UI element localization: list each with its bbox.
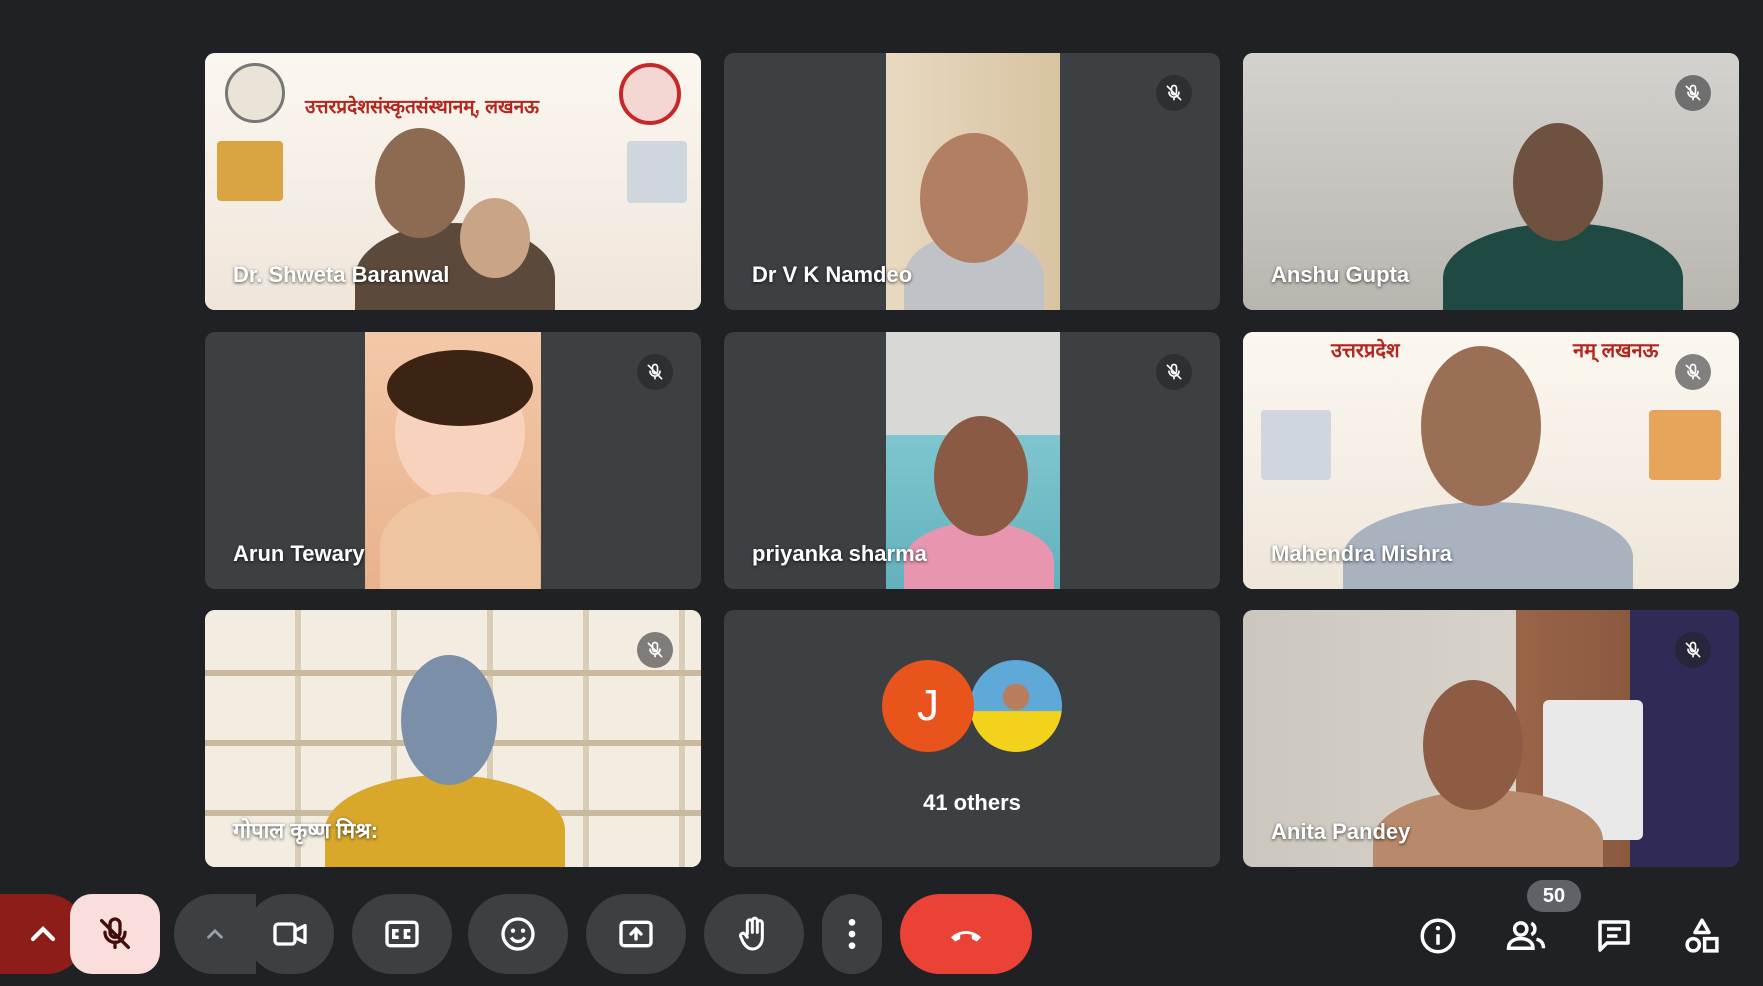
poster-photo-right [627,141,687,203]
participant-tile-4[interactable]: Arun Tewary [205,332,701,589]
emoji-icon [501,917,535,951]
participant-name: priyanka sharma [752,541,927,566]
participant-tile-9[interactable]: Anita Pandey [1243,610,1739,867]
emoji-reaction-button[interactable] [468,894,568,974]
mic-off-icon [1156,354,1192,390]
captions-button[interactable] [352,894,452,974]
end-call-icon [951,931,981,942]
hair [387,350,533,426]
child-head [460,198,530,278]
others-avatar-initial: J [882,660,974,752]
camera-toggle-button[interactable] [246,894,334,974]
mic-off-icon [1675,632,1711,668]
poster-title-left: उत्तरप्रदेश [1331,340,1400,362]
emblem-right-icon [619,63,681,125]
more-options-button[interactable] [822,894,882,974]
person-head [375,128,465,238]
participant-name: Dr V K Namdeo [752,262,913,287]
poster-photo-right [1649,410,1721,480]
leave-call-button[interactable] [900,894,1032,974]
emblem-left-icon [225,63,285,123]
participant-name: गोपाल कृष्ण मिश्र: [233,818,379,843]
person-head [920,133,1028,263]
person-head [934,416,1028,536]
participant-tile-6[interactable]: उत्तरप्रदेश नम् लखनऊ Mahendra Mishra [1243,332,1739,589]
hand-icon [739,916,764,951]
others-tile[interactable]: J 41 others [724,610,1220,867]
captions-icon [385,920,419,948]
present-now-button[interactable] [586,894,686,974]
people-icon [1506,921,1546,950]
microphone-toggle-button[interactable] [70,894,160,974]
chat-icon [1598,920,1630,952]
chevron-up-icon [207,928,223,939]
chevron-up-icon [30,926,56,942]
raise-hand-button[interactable] [704,894,804,974]
participant-name: Dr. Shweta Baranwal [233,262,450,287]
meeting-details-button[interactable] [1410,908,1466,964]
participant-tile-2[interactable]: Dr V K Namdeo [724,53,1220,310]
mic-off-icon [100,917,130,949]
person-head [1423,680,1523,810]
poster-title: उत्तरप्रदेशसंस्कृतसंस्थानम्, लखनऊ [305,97,540,118]
activities-icon [1685,918,1719,953]
mic-off-icon [1675,75,1711,111]
video-options-button[interactable] [174,894,256,974]
more-icon [848,919,856,949]
poster-photo-left [1261,410,1331,480]
people-button[interactable] [1498,908,1554,964]
poster-photo-left [217,141,283,201]
participant-tile-7[interactable]: गोपाल कृष्ण मिश्र: [205,610,701,867]
info-icon [1420,918,1456,954]
person-head [1513,123,1603,241]
participant-name: Mahendra Mishra [1271,541,1452,566]
mic-off-icon [637,354,673,390]
poster-title-right: नम् लखनऊ [1573,340,1659,362]
person-head [401,655,497,785]
mic-off-icon [1156,75,1192,111]
participant-tile-1[interactable]: उत्तरप्रदेशसंस्कृतसंस्थानम्, लखनऊ Dr. Sh… [205,53,701,310]
others-label: 41 others [923,790,1021,815]
present-icon [619,920,653,948]
participant-tile-5[interactable]: priyanka sharma [724,332,1220,589]
video-icon [273,922,307,946]
participant-name: Arun Tewary [233,541,365,566]
participant-name: Anshu Gupta [1271,262,1410,287]
person-head [1421,346,1541,506]
participant-name: Anita Pandey [1271,819,1411,844]
chat-button[interactable] [1586,908,1642,964]
activities-button[interactable] [1674,908,1730,964]
participant-tile-3[interactable]: Anshu Gupta [1243,53,1739,310]
mic-off-icon [637,632,673,668]
others-avatar-photo [970,660,1062,752]
mic-off-icon [1675,354,1711,390]
